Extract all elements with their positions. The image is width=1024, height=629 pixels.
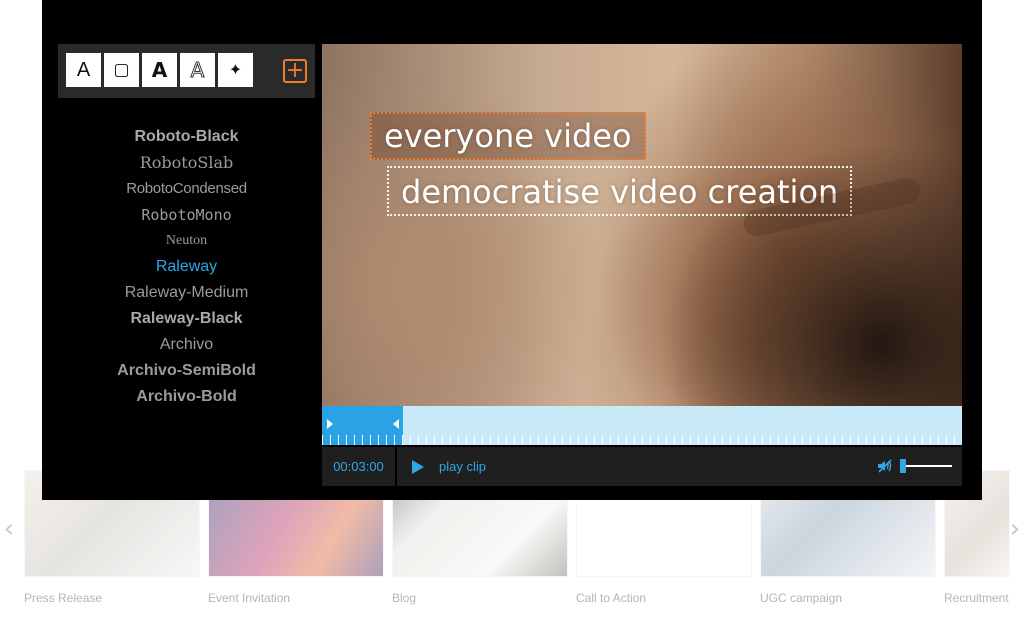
timeline-end-handle[interactable] (393, 419, 399, 429)
video-preview: everyone video democratise video creatio… (322, 44, 962, 406)
template-label: Recruitment (944, 591, 1009, 605)
template-label: UGC campaign (760, 591, 843, 605)
text-plain-icon[interactable]: A (66, 53, 101, 87)
text-style-toolbar: A ▢ A A ✦ + (58, 44, 315, 98)
volume-muted-icon[interactable] (877, 459, 893, 473)
text-bold-icon[interactable]: A (142, 53, 177, 87)
font-item-archivo-bold[interactable]: Archivo-Bold (58, 384, 315, 410)
font-item-robotocondensed[interactable]: RobotoCondensed (58, 176, 315, 202)
player-controls: 00:03:00 play clip (322, 447, 962, 486)
add-text-button[interactable]: + (283, 59, 307, 83)
template-label: Blog (392, 591, 417, 605)
timeline-start-handle[interactable] (327, 419, 333, 429)
carousel-prev-icon[interactable]: ‹ (0, 514, 18, 544)
text-box-icon[interactable]: ▢ (104, 53, 139, 87)
video-editor-modal: A ▢ A A ✦ + Roboto-Black RobotoSlab Robo… (42, 0, 982, 500)
carousel-next-icon[interactable]: › (1006, 514, 1024, 544)
font-item-archivo[interactable]: Archivo (58, 332, 315, 358)
clip-timeline[interactable] (322, 406, 962, 445)
caption-line-2[interactable]: democratise video creation (387, 166, 853, 216)
volume-slider[interactable] (900, 458, 952, 474)
font-item-robotomono[interactable]: RobotoMono (58, 202, 315, 228)
font-panel: A ▢ A A ✦ + Roboto-Black RobotoSlab Robo… (58, 44, 315, 454)
template-label: Event Invitation (208, 591, 291, 605)
font-item-roboto-black[interactable]: Roboto-Black (58, 124, 315, 150)
current-time: 00:03:00 (322, 447, 397, 486)
font-item-archivo-semibold[interactable]: Archivo-SemiBold (58, 358, 315, 384)
timeline-ticks (322, 435, 962, 445)
play-icon[interactable] (412, 460, 424, 474)
sparkle-effect-icon[interactable]: ✦ (218, 53, 253, 87)
text-outline-icon[interactable]: A (180, 53, 215, 87)
font-item-raleway-medium[interactable]: Raleway-Medium (58, 280, 315, 306)
volume-knob[interactable] (900, 459, 906, 473)
play-clip-button[interactable]: play clip (439, 447, 486, 486)
template-label: Call to Action (576, 591, 647, 605)
volume-track (904, 465, 952, 467)
font-item-raleway[interactable]: Raleway (58, 254, 315, 280)
font-list: Roboto-Black RobotoSlab RobotoCondensed … (58, 124, 315, 410)
font-item-robotoslab[interactable]: RobotoSlab (58, 150, 315, 176)
caption-line-1[interactable]: everyone video (370, 112, 646, 160)
font-item-raleway-black[interactable]: Raleway-Black (58, 306, 315, 332)
template-label: Press Release (24, 591, 103, 605)
font-item-neuton[interactable]: Neuton (58, 228, 315, 254)
